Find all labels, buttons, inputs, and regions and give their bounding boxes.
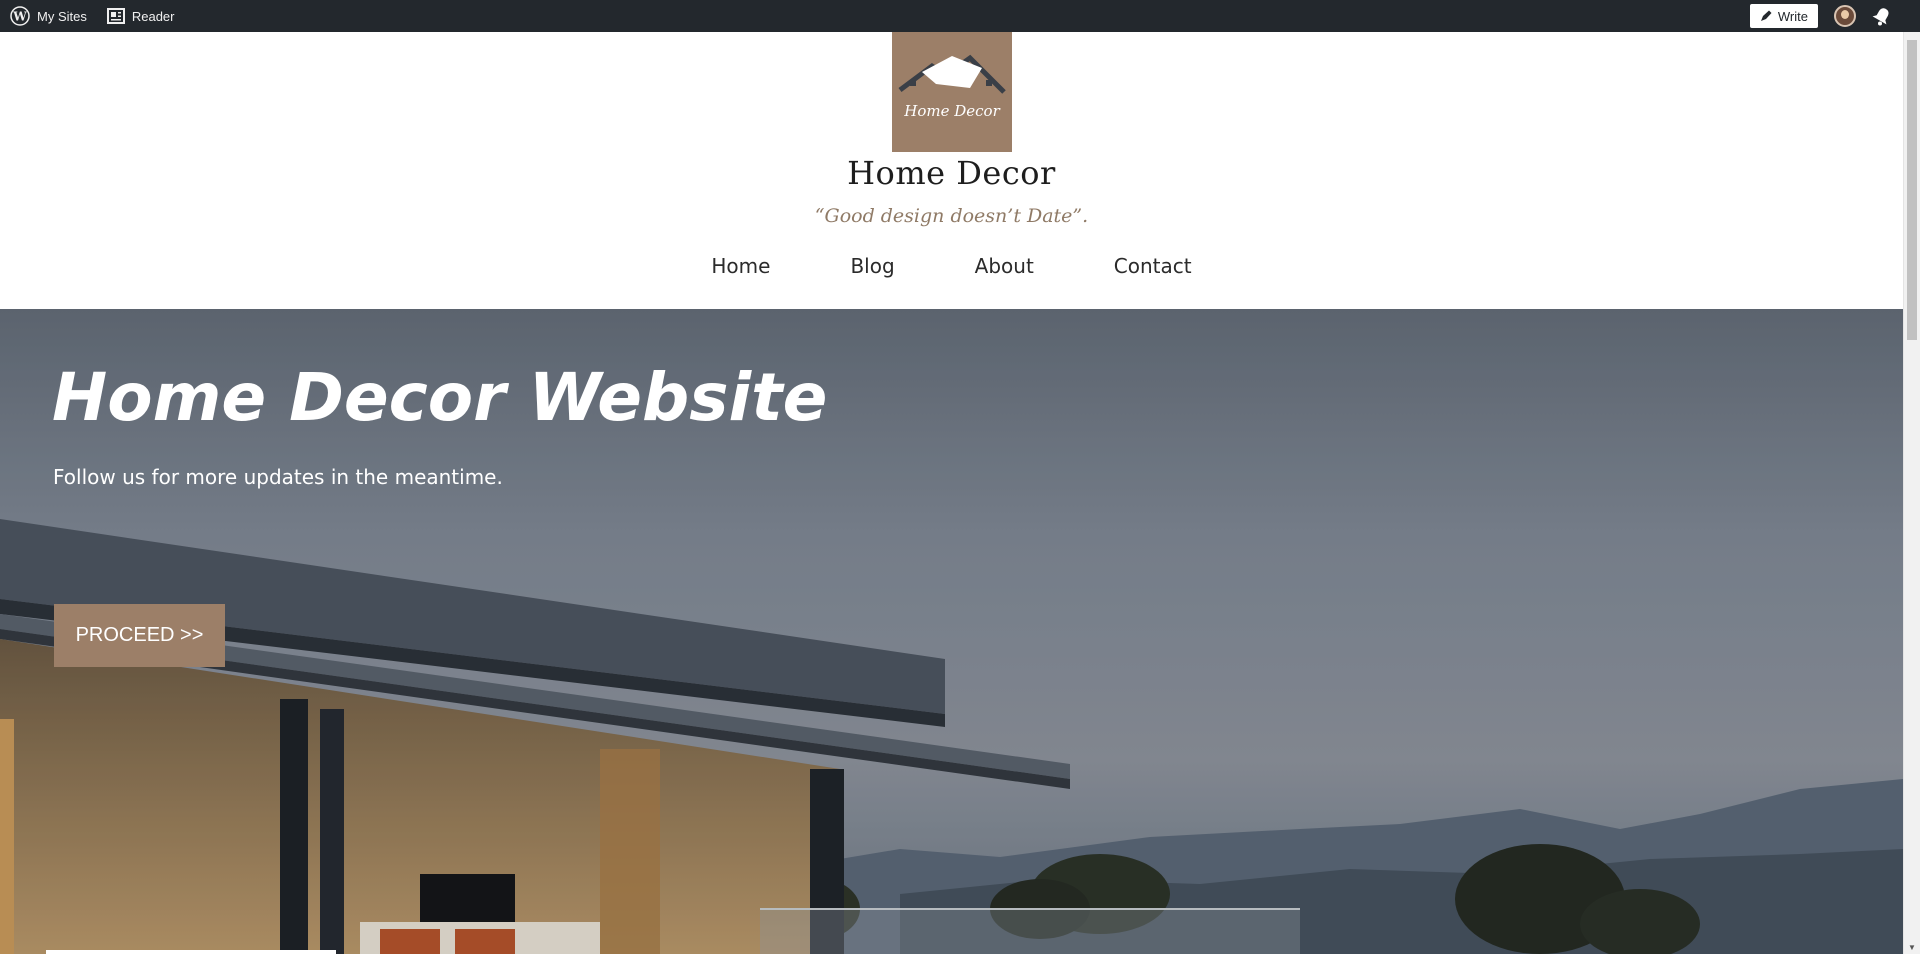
notifications-button[interactable] <box>1872 6 1892 26</box>
write-label: Write <box>1777 8 1808 24</box>
avatar[interactable] <box>1834 5 1856 27</box>
site-tagline: “Good design doesn’t Date”. <box>814 205 1089 227</box>
write-button[interactable]: Write <box>1749 4 1818 28</box>
nav-item-home[interactable]: Home <box>671 254 810 278</box>
admin-bar-left: W My Sites Reader <box>0 0 184 32</box>
my-sites-label: My Sites <box>37 8 87 24</box>
my-sites-button[interactable]: W My Sites <box>0 0 97 32</box>
hero-subtitle: Follow us for more updates in the meanti… <box>53 465 503 489</box>
scrollbar-thumb[interactable] <box>1907 40 1917 340</box>
hero-title: Home Decor Website <box>52 359 828 436</box>
reader-icon <box>106 8 125 24</box>
nav-item-blog[interactable]: Blog <box>810 254 934 278</box>
site-header: Home Decor Home Decor “Good design doesn… <box>0 32 1903 309</box>
site-logo[interactable]: Home Decor <box>892 32 1012 152</box>
house-logo-icon: Home Decor <box>898 54 1006 120</box>
svg-text:W: W <box>12 10 27 24</box>
admin-bar-right: Write <box>1749 0 1920 32</box>
pen-icon <box>1760 10 1772 21</box>
svg-text:Home Decor: Home Decor <box>903 102 1000 120</box>
wordpress-icon: W <box>10 6 30 26</box>
bell-icon <box>1872 8 1889 26</box>
hero-section: Home Decor Website Follow us for more up… <box>0 309 1903 954</box>
scroll-down-arrow-icon[interactable]: ▼ <box>1908 943 1916 952</box>
nav-item-about[interactable]: About <box>935 254 1074 278</box>
reader-button[interactable]: Reader <box>97 0 185 32</box>
main-navigation: Home Blog About Contact <box>0 254 1903 278</box>
reader-label: Reader <box>131 8 175 24</box>
proceed-button[interactable]: PROCEED >> <box>54 604 225 667</box>
site-title[interactable]: Home Decor <box>0 154 1903 192</box>
nav-item-contact[interactable]: Contact <box>1074 254 1232 278</box>
admin-bar: W My Sites Reader Write <box>0 0 1920 32</box>
page-scrollbar[interactable]: ▼ <box>1903 32 1920 954</box>
